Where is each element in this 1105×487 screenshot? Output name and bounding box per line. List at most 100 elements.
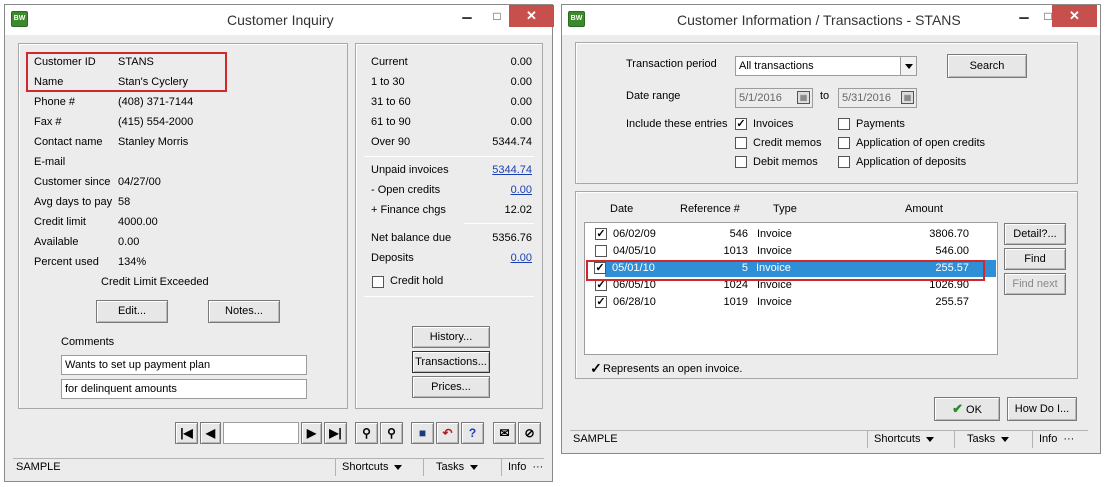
window-title: Customer Inquiry [227, 12, 334, 28]
customer-highlight-box [26, 52, 227, 92]
last-record-icon[interactable]: ▶| [324, 422, 347, 444]
credit-hold-checkbox[interactable] [372, 276, 384, 288]
col-date: Date [610, 203, 634, 215]
deposits-checkbox[interactable] [838, 156, 850, 168]
comment-line-2[interactable]: for delinquent amounts [61, 379, 307, 399]
how-do-i-button[interactable]: How Do I... [1007, 397, 1077, 421]
prices-button-label: Prices... [431, 381, 471, 393]
detail-button-label: Detail?... [1013, 228, 1057, 240]
notes-button[interactable]: Notes... [208, 300, 280, 323]
open-invoice-checkbox[interactable] [595, 245, 607, 257]
open-invoice-checkbox[interactable]: ✓ [595, 228, 607, 240]
info-menu[interactable]: Info ··· [501, 459, 546, 476]
table-row[interactable]: ✓ 06/02/09 546 Invoice 3806.70 [586, 226, 996, 243]
customer-info-panel: Customer ID STANS Name Stan's Cyclery Ph… [18, 43, 348, 409]
close-icon[interactable]: ✕ [1052, 5, 1097, 27]
table-row[interactable]: ✓ 06/28/10 1019 Invoice 255.57 [586, 294, 996, 311]
next-record-icon[interactable]: ▶ [301, 422, 322, 444]
info-label: Info [1039, 433, 1058, 445]
period-label: Transaction period [626, 58, 717, 70]
net-divider [464, 223, 534, 224]
payments-label: Payments [856, 118, 905, 130]
record-lookup-input[interactable] [223, 422, 299, 444]
invoices-checkbox[interactable]: ✓ [735, 118, 747, 130]
title-bar[interactable]: BW Customer Inquiry ▁ □ ✕ [5, 5, 554, 35]
fax-label: Fax # [34, 116, 62, 128]
date-from-input[interactable]: 5/1/2016 ▦ [735, 88, 813, 108]
undo-icon[interactable]: ↶ [436, 422, 459, 444]
credit-hold-label: Credit hold [390, 275, 444, 287]
minimize-icon[interactable]: ▁ [453, 1, 481, 23]
row-ref: 546 [729, 228, 748, 240]
credit-exceeded-text: Credit Limit Exceeded [101, 276, 209, 288]
since-value: 04/27/00 [118, 176, 161, 188]
transactions-button[interactable]: Transactions... [412, 351, 490, 373]
open-invoice-checkbox[interactable]: ✓ [595, 296, 607, 308]
credit-memos-checkbox[interactable] [735, 137, 747, 149]
search-button[interactable]: Search [947, 54, 1027, 78]
date-to-value: 5/31/2016 [842, 92, 891, 104]
shortcuts-menu[interactable]: Shortcuts [335, 459, 417, 476]
comment-line-1[interactable]: Wants to set up payment plan [61, 355, 307, 375]
search-button-label: Search [969, 60, 1005, 72]
first-record-icon[interactable]: |◀ [175, 422, 198, 444]
history-button[interactable]: History... [412, 326, 490, 348]
detail-button[interactable]: Detail?... [1004, 223, 1066, 245]
open-credits-checkbox[interactable] [838, 137, 850, 149]
include-label: Include these entries [626, 118, 728, 130]
transaction-list[interactable]: ✓ 06/02/09 546 Invoice 3806.70 04/05/10 … [584, 222, 998, 355]
finance-value: 12.02 [504, 204, 532, 216]
row-amount: 3806.70 [929, 228, 969, 240]
available-label: Available [34, 236, 79, 248]
d61-90-value: 0.00 [510, 116, 532, 128]
find-next-button[interactable]: Find next [1004, 273, 1066, 295]
find-next-icon[interactable]: ⚲ [380, 422, 403, 444]
more-icon: ··· [532, 461, 544, 473]
contact-label: Contact name [34, 136, 103, 148]
unpaid-link[interactable]: 5344.74 [492, 164, 532, 176]
credit-limit-label: Credit limit [34, 216, 86, 228]
info-menu[interactable]: Info ··· [1032, 431, 1090, 448]
debit-memos-checkbox[interactable] [735, 156, 747, 168]
row-date: 04/05/10 [613, 245, 656, 257]
ok-button[interactable]: ✔ OK [934, 397, 1000, 421]
find-icon[interactable]: ⚲ [355, 422, 378, 444]
title-bar[interactable]: BW Customer Information / Transactions -… [562, 5, 1100, 35]
row-type: Invoice [757, 245, 792, 257]
attach-icon[interactable]: ⊘ [518, 422, 541, 444]
prices-button[interactable]: Prices... [412, 376, 490, 398]
close-icon[interactable]: ✕ [509, 5, 554, 27]
contact-value: Stanley Morris [118, 136, 189, 148]
deposits-link[interactable]: 0.00 [511, 252, 532, 264]
open-credits-link[interactable]: 0.00 [511, 184, 532, 196]
calendar-icon[interactable]: ▦ [797, 91, 810, 104]
percent-used-label: Percent used [34, 256, 99, 268]
help-icon[interactable]: ? [461, 422, 484, 444]
table-row[interactable]: 04/05/10 1013 Invoice 546.00 [586, 243, 996, 260]
calendar-icon[interactable]: ▦ [901, 91, 914, 104]
date-to-label: to [820, 90, 830, 102]
shortcuts-menu[interactable]: Shortcuts [867, 431, 949, 448]
deposits-label: Deposits [371, 252, 414, 264]
email-icon[interactable]: ✉ [493, 422, 516, 444]
find-button[interactable]: Find [1004, 248, 1066, 270]
save-icon[interactable]: ■ [411, 422, 434, 444]
shortcuts-label: Shortcuts [342, 461, 389, 473]
row-date: 06/28/10 [613, 296, 656, 308]
date-to-input[interactable]: 5/31/2016 ▦ [838, 88, 917, 108]
notes-button-label: Notes... [225, 305, 263, 317]
period-select[interactable]: All transactions [735, 56, 917, 76]
phone-value: (408) 371-7144 [118, 96, 194, 108]
col-type: Type [773, 203, 797, 215]
tasks-menu[interactable]: Tasks [954, 431, 1026, 448]
previous-record-icon[interactable]: ◀ [200, 422, 221, 444]
shortcuts-label: Shortcuts [874, 433, 921, 445]
maximize-icon[interactable]: □ [483, 5, 511, 27]
tasks-menu[interactable]: Tasks [423, 459, 495, 476]
status-bar: SAMPLE Shortcuts Tasks Info ··· [13, 458, 544, 476]
payments-checkbox[interactable] [838, 118, 850, 130]
how-do-i-button-label: How Do I... [1014, 403, 1070, 415]
filter-panel: Transaction period All transactions Sear… [575, 42, 1078, 184]
edit-button[interactable]: Edit... [96, 300, 168, 323]
invoices-label: Invoices [753, 118, 794, 130]
